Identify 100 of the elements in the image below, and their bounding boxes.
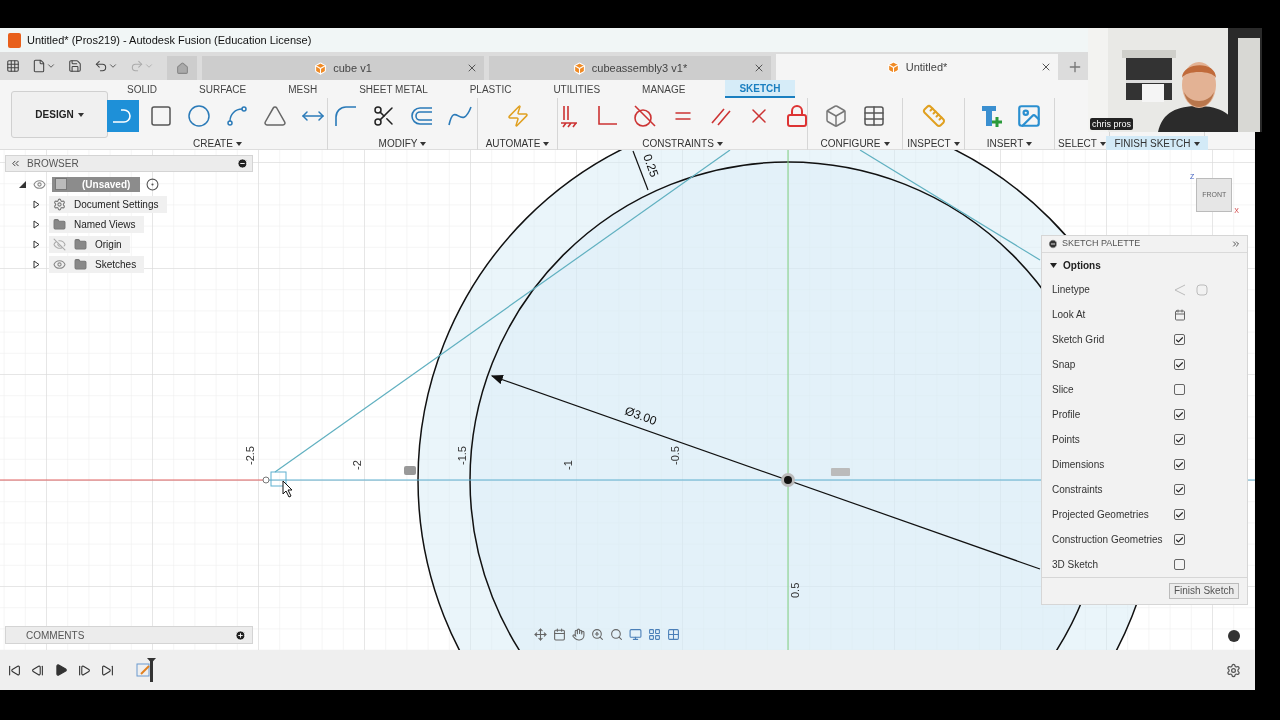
checkbox[interactable]	[1174, 459, 1185, 470]
caret-icon[interactable]	[46, 61, 56, 71]
dimension-text[interactable]: Ø3.00	[622, 403, 659, 428]
next-step-icon[interactable]	[78, 663, 91, 677]
checkbox[interactable]	[1174, 434, 1185, 445]
ribbon-tab[interactable]: SOLID	[125, 80, 159, 98]
display-icon[interactable]	[629, 627, 642, 641]
checkbox[interactable]	[1174, 534, 1185, 545]
section-caret-icon[interactable]	[1050, 261, 1057, 269]
collapsed-caret-icon[interactable]	[32, 199, 41, 209]
last-frame-icon[interactable]	[101, 663, 114, 677]
axis-label: -2.5	[244, 446, 256, 465]
zoom-icon[interactable]	[591, 627, 604, 641]
caret-icon	[1026, 142, 1033, 147]
ribbon-tab[interactable]: PLASTIC	[467, 80, 514, 98]
fillet-icon	[332, 103, 359, 129]
eye-icon[interactable]	[53, 257, 66, 271]
snap-box	[270, 471, 287, 487]
tool-group-menu[interactable]: CONSTRAINTS	[634, 136, 731, 152]
apps-grid-icon[interactable]	[6, 59, 20, 73]
workspace-dropdown[interactable]: DESIGN	[11, 91, 108, 138]
grid-icon[interactable]	[648, 627, 661, 641]
sketch-point[interactable]	[262, 476, 270, 484]
axis-label: -2	[351, 460, 363, 470]
panel-title: BROWSER	[27, 157, 80, 171]
center-point[interactable]	[781, 473, 795, 487]
sketch-feature-icon[interactable]	[136, 658, 156, 682]
spline-icon	[224, 104, 249, 128]
pan-icon[interactable]	[572, 627, 585, 641]
ribbon-tab[interactable]: SHEET METAL	[357, 80, 430, 98]
tab-label: cube v1	[333, 60, 372, 76]
tool-group-menu[interactable]: INSPECT	[899, 136, 968, 152]
look-at-icon[interactable]	[1174, 308, 1186, 321]
construction-line[interactable]	[859, 150, 1041, 261]
tool-group-menu[interactable]: CREATE	[185, 136, 250, 152]
ribbon-tab[interactable]: SKETCH	[725, 80, 795, 98]
file-icon[interactable]	[32, 59, 46, 73]
document-tab[interactable]: cube v1	[202, 56, 484, 80]
look-at-icon[interactable]	[553, 627, 566, 641]
expanded-caret-icon[interactable]	[18, 179, 27, 189]
checkbox[interactable]	[1174, 409, 1185, 420]
lock-icon	[784, 104, 809, 128]
checkbox[interactable]	[1174, 559, 1185, 570]
zoom-window-icon[interactable]	[610, 627, 623, 641]
eye-icon[interactable]	[33, 177, 46, 191]
tool-group-menu[interactable]: AUTOMATE	[477, 136, 558, 152]
ribbon-tab[interactable]: MANAGE	[640, 80, 688, 98]
finish-sketch-button[interactable]: Finish Sketch	[1168, 583, 1239, 599]
checkbox[interactable]	[1174, 484, 1185, 495]
collapsed-caret-icon[interactable]	[32, 219, 41, 229]
cube-icon	[572, 61, 586, 75]
section-title: Options	[1063, 258, 1101, 273]
checkbox[interactable]	[1174, 334, 1185, 345]
close-icon[interactable]	[1040, 61, 1052, 73]
ribbon-tab[interactable]: SURFACE	[197, 80, 249, 98]
viewports-icon[interactable]	[667, 627, 680, 641]
close-icon[interactable]	[466, 62, 478, 74]
folder-icon	[74, 237, 87, 251]
play-icon[interactable]	[54, 663, 68, 677]
triangle-icon	[262, 104, 287, 128]
collapsed-caret-icon[interactable]	[32, 239, 41, 249]
line-tool-button[interactable]	[106, 100, 139, 132]
option-label: Slice	[1052, 383, 1075, 397]
caret-icon	[235, 142, 242, 147]
activate-icon[interactable]	[146, 177, 160, 191]
undo-icon[interactable]	[94, 59, 108, 73]
collapsed-caret-icon[interactable]	[32, 259, 41, 269]
window-title: Untitled* (Pros219) - Autodesk Fusion (Education License)	[27, 32, 312, 48]
checkbox[interactable]	[1174, 359, 1185, 370]
caret-icon	[716, 142, 723, 147]
tool-group-menu[interactable]: INSERT	[978, 136, 1041, 152]
save-icon[interactable]	[68, 59, 82, 73]
previous-step-icon[interactable]	[31, 663, 44, 677]
checkbox[interactable]	[1174, 509, 1185, 520]
tab-label: Untitled*	[905, 59, 948, 75]
ribbon-tab[interactable]: UTILITIES	[551, 80, 603, 98]
caret-icon	[420, 142, 427, 147]
first-frame-icon[interactable]	[8, 663, 21, 677]
tree-item-label: Sketches	[95, 257, 137, 272]
close-icon[interactable]	[753, 62, 765, 74]
document-tab[interactable]: Untitled*	[776, 54, 1058, 80]
caret-icon	[1193, 142, 1200, 147]
orbit-icon[interactable]	[534, 627, 547, 641]
tool-group-menu[interactable]: MODIFY	[370, 136, 435, 152]
settings-icon[interactable]	[1226, 662, 1241, 678]
add-icon[interactable]	[235, 629, 246, 641]
ribbon-tab[interactable]: MESH	[286, 80, 320, 98]
dimension-text[interactable]: 0.25	[640, 152, 662, 179]
expand-icon[interactable]	[1231, 239, 1241, 249]
option-label: Constraints	[1052, 483, 1104, 497]
tool-group-menu[interactable]: CONFIGURE	[812, 136, 898, 152]
option-label: Sketch Grid	[1052, 333, 1106, 347]
collapse-icon[interactable]	[10, 158, 21, 169]
minimize-icon[interactable]	[237, 158, 248, 169]
checkbox[interactable]	[1174, 384, 1185, 395]
ruler-icon	[921, 104, 946, 128]
tab-label: cubeassembly3 v1*	[591, 60, 688, 76]
caret-icon[interactable]	[108, 61, 118, 71]
document-tab[interactable]: cubeassembly3 v1*	[489, 56, 771, 80]
minimize-icon[interactable]	[1048, 239, 1058, 249]
